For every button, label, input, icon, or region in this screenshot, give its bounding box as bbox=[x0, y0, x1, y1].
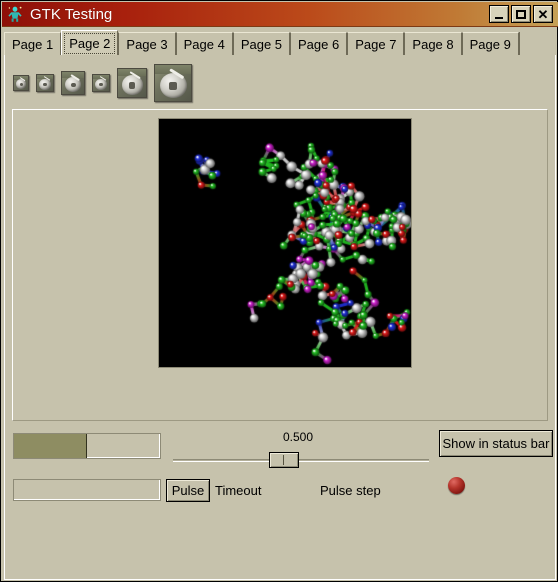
disc-icon-xl[interactable] bbox=[154, 64, 192, 102]
tab-page-3[interactable]: Page 3 bbox=[118, 32, 176, 55]
minimize-icon bbox=[495, 16, 503, 19]
slider-handle[interactable] bbox=[269, 452, 299, 468]
progress-bar-primary bbox=[13, 433, 161, 459]
disc-icon-l[interactable] bbox=[117, 68, 147, 98]
disc-icon-s[interactable] bbox=[36, 74, 54, 92]
tab-label: Page 5 bbox=[240, 36, 283, 52]
minimize-button[interactable] bbox=[489, 5, 509, 23]
tab-page-7[interactable]: Page 7 bbox=[347, 32, 405, 55]
tab-label: Page 8 bbox=[412, 36, 454, 52]
close-button[interactable]: ✕ bbox=[533, 5, 553, 23]
tab-page-5[interactable]: Page 5 bbox=[232, 32, 291, 55]
icon-hole bbox=[129, 82, 136, 89]
timeout-label: Timeout bbox=[215, 483, 262, 498]
controls-area: Pulse Timeout Pulse step 0.500 Show in s… bbox=[5, 425, 557, 515]
progress-bar-fill bbox=[14, 434, 87, 458]
maximize-button[interactable] bbox=[511, 5, 531, 23]
application-window: GTK Testing ✕ Page 1 Page 2 Page 3 Page … bbox=[0, 0, 558, 582]
notebook-page-2: Pulse Timeout Pulse step 0.500 Show in s… bbox=[4, 55, 556, 580]
status-led bbox=[448, 477, 465, 494]
window-title: GTK Testing bbox=[30, 5, 113, 23]
disc-icon-s2[interactable] bbox=[92, 74, 110, 92]
tab-page-4[interactable]: Page 4 bbox=[175, 32, 233, 55]
tab-page-2[interactable]: Page 2 bbox=[61, 30, 119, 55]
tab-page-1[interactable]: Page 1 bbox=[4, 32, 62, 55]
tab-page-9[interactable]: Page 9 bbox=[461, 32, 519, 55]
pulse-button-label: Pulse bbox=[171, 483, 205, 498]
tab-label: Page 3 bbox=[126, 36, 168, 52]
molecule-canvas bbox=[159, 119, 411, 367]
pulse-button[interactable]: Pulse bbox=[166, 479, 210, 502]
status-button-label: Show in status bar bbox=[442, 436, 550, 451]
gtk-logo-icon bbox=[6, 5, 24, 23]
title-bar[interactable]: GTK Testing ✕ bbox=[2, 2, 558, 27]
tab-page-8[interactable]: Page 8 bbox=[404, 32, 462, 55]
icon-hole bbox=[169, 82, 178, 91]
slider-trough[interactable] bbox=[173, 459, 429, 462]
icon-hole bbox=[99, 82, 103, 87]
tab-label: Page 9 bbox=[469, 36, 511, 52]
tab-page-6[interactable]: Page 6 bbox=[290, 32, 348, 55]
focus-outline bbox=[64, 33, 116, 54]
tab-label: Page 6 bbox=[298, 36, 340, 52]
icon-hole bbox=[19, 82, 23, 86]
notebook-tabstrip: Page 1 Page 2 Page 3 Page 4 Page 5 Page … bbox=[4, 30, 556, 56]
close-icon: ✕ bbox=[537, 6, 549, 22]
icon-hole bbox=[70, 82, 76, 88]
tabstrip-filler bbox=[518, 32, 556, 55]
disc-icon-m[interactable] bbox=[61, 71, 85, 95]
progress-bar-pulse bbox=[13, 479, 161, 501]
image-frame bbox=[12, 109, 548, 421]
pulse-step-slider[interactable] bbox=[173, 449, 429, 471]
maximize-icon bbox=[516, 9, 526, 19]
tab-label: Page 7 bbox=[355, 36, 397, 52]
tab-label: Page 1 bbox=[12, 36, 54, 52]
molecule-render bbox=[158, 118, 412, 368]
pulse-step-label: Pulse step bbox=[320, 483, 381, 498]
icon-size-row bbox=[13, 59, 192, 107]
window-controls: ✕ bbox=[489, 5, 553, 23]
show-in-status-bar-button[interactable]: Show in status bar bbox=[439, 430, 553, 457]
tab-label: Page 4 bbox=[183, 36, 225, 52]
scale-value-label: 0.500 bbox=[283, 430, 314, 444]
disc-icon-xs[interactable] bbox=[13, 75, 29, 91]
icon-hole bbox=[43, 82, 47, 87]
